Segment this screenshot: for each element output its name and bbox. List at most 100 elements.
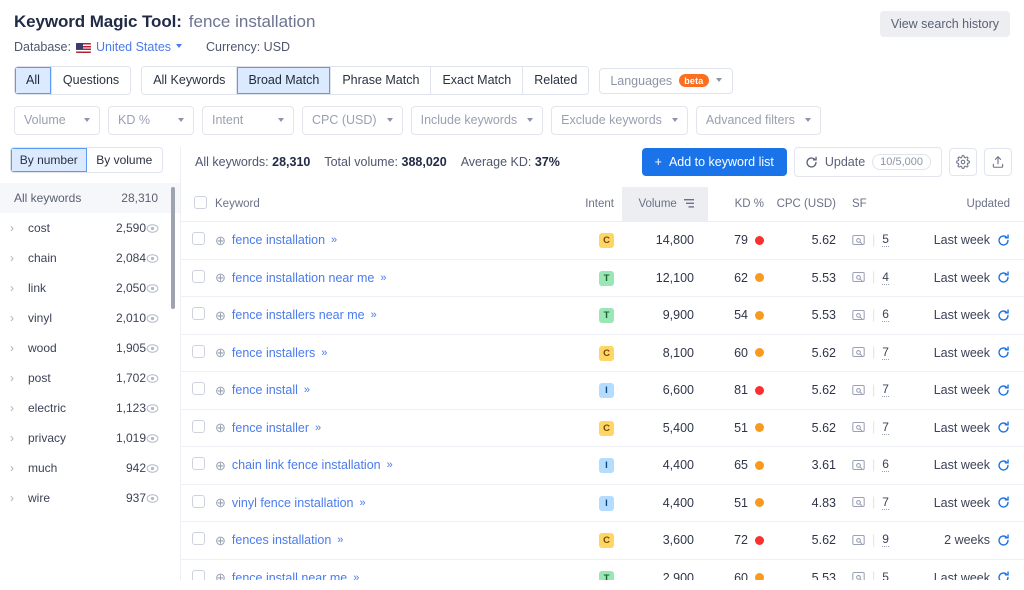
sidebar-item-much[interactable]: › much 942 [0,453,180,483]
eye-icon[interactable] [146,492,168,505]
tab-all-keywords[interactable]: All Keywords [142,67,238,94]
tab-related[interactable]: Related [523,67,589,94]
row-checkbox[interactable] [191,232,205,246]
chevron-right-icon[interactable]: › [10,251,24,265]
header-keyword[interactable]: Keyword [215,187,560,222]
add-keyword-icon[interactable]: ⊕ [215,571,226,580]
intent-badge[interactable]: C [599,345,614,361]
sf-count[interactable]: 7 [882,495,889,510]
open-keyword-details-icon[interactable]: » [304,384,310,396]
serp-features-icon[interactable] [852,384,865,396]
filter-cpc[interactable]: CPC (USD) [302,106,403,135]
intent-badge[interactable]: C [599,533,614,549]
intent-badge[interactable]: C [599,420,614,436]
add-keyword-icon[interactable]: ⊕ [215,421,226,434]
keyword-link[interactable]: fence install [232,383,298,397]
refresh-row-icon[interactable] [997,309,1010,322]
intent-badge[interactable]: I [599,458,614,474]
add-keyword-icon[interactable]: ⊕ [215,496,226,509]
eye-icon[interactable] [146,462,168,475]
chevron-right-icon[interactable]: › [10,371,24,385]
select-all-checkbox[interactable] [193,196,207,209]
keyword-link[interactable]: fence installation [232,233,325,247]
sidebar-item-vinyl[interactable]: › vinyl 2,010 [0,303,180,333]
table-row[interactable]: ⊕ fences installation » C 3,600 72 5.62 … [181,521,1024,560]
chevron-right-icon[interactable]: › [10,401,24,415]
refresh-row-icon[interactable] [997,571,1010,580]
open-keyword-details-icon[interactable]: » [360,497,366,509]
refresh-row-icon[interactable] [997,234,1010,247]
table-row[interactable]: ⊕ fence installers near me » T 9,900 54 … [181,296,1024,335]
keyword-link[interactable]: fence installers near me [232,308,365,322]
header-cpc[interactable]: CPC (USD) [770,187,842,222]
table-row[interactable]: ⊕ fence install » I 6,600 81 5.62 | 7 La… [181,371,1024,410]
header-volume[interactable]: Volume [622,187,708,222]
intent-badge[interactable]: C [599,233,614,249]
row-checkbox[interactable] [191,457,205,471]
keyword-link[interactable]: fences installation [232,533,331,547]
sidebar-item-wire[interactable]: › wire 937 [0,483,180,513]
serp-features-icon[interactable] [852,534,865,546]
row-checkbox[interactable] [191,382,205,396]
tab-exact-match[interactable]: Exact Match [431,67,524,94]
open-keyword-details-icon[interactable]: » [321,347,327,359]
table-row[interactable]: ⊕ fence installation » C 14,800 79 5.62 … [181,221,1024,260]
header-sf[interactable]: SF [842,187,910,222]
sidebar-item-post[interactable]: › post 1,702 [0,363,180,393]
refresh-row-icon[interactable] [997,271,1010,284]
sidebar-item-privacy[interactable]: › privacy 1,019 [0,423,180,453]
add-keyword-icon[interactable]: ⊕ [215,346,226,359]
keyword-link[interactable]: vinyl fence installation [232,496,354,510]
serp-features-icon[interactable] [852,346,865,358]
eye-icon[interactable] [146,342,168,355]
intent-badge[interactable]: T [599,308,614,324]
add-to-keyword-list-button[interactable]: + Add to keyword list [641,148,787,176]
add-keyword-icon[interactable]: ⊕ [215,309,226,322]
serp-features-icon[interactable] [852,309,865,321]
tab-all[interactable]: All [15,67,52,94]
chevron-right-icon[interactable]: › [10,491,24,505]
eye-icon[interactable] [146,372,168,385]
row-checkbox[interactable] [191,532,205,546]
filter-advanced[interactable]: Advanced filters [695,106,821,135]
filter-include-keywords[interactable]: Include keywords [410,106,544,135]
keyword-link[interactable]: chain link fence installation [232,458,381,472]
sidebar-item-wood[interactable]: › wood 1,905 [0,333,180,363]
sf-count[interactable]: 4 [882,270,889,285]
filter-intent[interactable]: Intent [202,106,294,135]
refresh-row-icon[interactable] [997,421,1010,434]
sidebar-item-chain[interactable]: › chain 2,084 [0,243,180,273]
table-row[interactable]: ⊕ chain link fence installation » I 4,40… [181,446,1024,485]
open-keyword-details-icon[interactable]: » [331,234,337,246]
languages-dropdown[interactable]: Languages beta [599,67,733,94]
sf-count[interactable]: 6 [882,307,889,322]
serp-features-icon[interactable] [852,421,865,433]
table-row[interactable]: ⊕ vinyl fence installation » I 4,400 51 … [181,484,1024,522]
open-keyword-details-icon[interactable]: » [380,272,386,284]
table-row[interactable]: ⊕ fence install near me » T 2,900 60 5.5… [181,559,1024,580]
chevron-right-icon[interactable]: › [10,341,24,355]
intent-badge[interactable]: I [599,495,614,511]
toggle-by-number[interactable]: By number [11,148,87,172]
sf-count[interactable]: 7 [882,382,889,397]
view-search-history-button[interactable]: View search history [879,11,1010,37]
refresh-row-icon[interactable] [997,346,1010,359]
eye-icon[interactable] [146,402,168,415]
settings-gear-button[interactable] [949,148,977,176]
eye-icon[interactable] [146,312,168,325]
intent-badge[interactable]: T [599,270,614,286]
open-keyword-details-icon[interactable]: » [315,422,321,434]
database-value[interactable]: United States [96,40,171,54]
refresh-row-icon[interactable] [997,534,1010,547]
open-keyword-details-icon[interactable]: » [371,309,377,321]
refresh-row-icon[interactable] [997,384,1010,397]
add-keyword-icon[interactable]: ⊕ [215,459,226,472]
sf-count[interactable]: 5 [882,570,889,581]
table-row[interactable]: ⊕ fence installer » C 5,400 51 5.62 | 7 [181,409,1024,447]
table-row[interactable]: ⊕ fence installers » C 8,100 60 5.62 | 7 [181,334,1024,372]
sf-count[interactable]: 7 [882,345,889,360]
sf-count[interactable]: 9 [882,532,889,547]
serp-features-icon[interactable] [852,234,865,246]
eye-icon[interactable] [146,432,168,445]
keyword-link[interactable]: fence installer [232,421,309,435]
